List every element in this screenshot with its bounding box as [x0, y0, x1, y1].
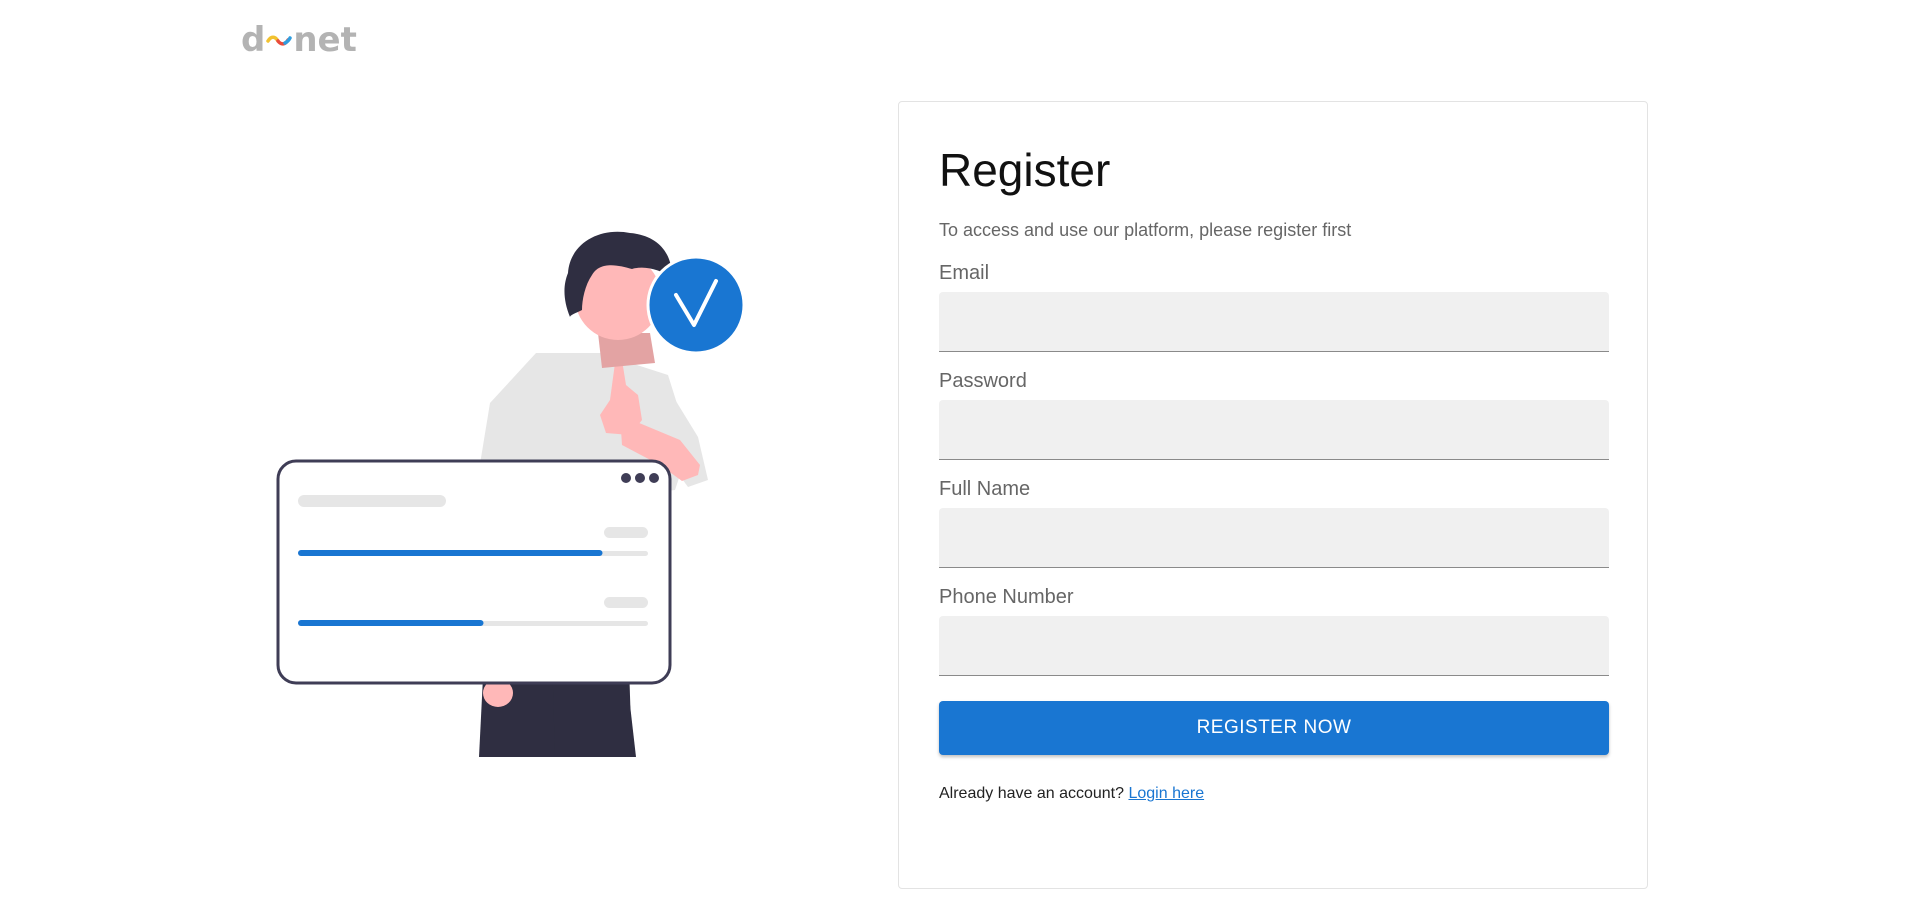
password-field-group: Password — [939, 368, 1609, 460]
login-here-link[interactable]: Login here — [1128, 785, 1204, 802]
thumbs-up-check-illustration — [276, 231, 746, 757]
logo-text-left: d — [241, 20, 266, 60]
page-subtitle: To access and use our platform, please r… — [939, 220, 1352, 240]
full-name-field-group: Full Name — [939, 476, 1609, 568]
email-label: Email — [939, 262, 990, 284]
logo-text: d net — [241, 20, 357, 60]
password-input[interactable] — [939, 400, 1609, 460]
logo-text-right: net — [293, 20, 357, 60]
logo-wave-icon — [266, 35, 293, 46]
phone-number-label: Phone Number — [939, 586, 1074, 608]
login-prompt-text: Already have an account? — [939, 785, 1125, 802]
register-now-button[interactable]: REGISTER NOW — [939, 701, 1609, 755]
phone-number-input[interactable] — [939, 616, 1609, 676]
page-title: Register — [939, 144, 1111, 196]
check-badge-icon — [646, 255, 746, 355]
logo[interactable]: d net — [241, 20, 357, 60]
dashboard-card-illustration — [276, 459, 672, 685]
register-card: Register To access and use our platform,… — [898, 101, 1648, 889]
full-name-label: Full Name — [939, 478, 1031, 500]
login-prompt-line: Already have an account? Login here — [939, 783, 1609, 805]
register-form: Register To access and use our platform,… — [939, 142, 1609, 805]
full-name-input[interactable] — [939, 508, 1609, 568]
progress-bar-fill — [298, 620, 484, 626]
register-page: d net Register To access and use our pla… — [0, 0, 1919, 905]
email-input[interactable] — [939, 292, 1609, 352]
phone-number-field-group: Phone Number — [939, 584, 1609, 676]
password-label: Password — [939, 370, 1027, 392]
progress-bar-fill — [298, 550, 603, 556]
email-field-group: Email — [939, 260, 1609, 352]
